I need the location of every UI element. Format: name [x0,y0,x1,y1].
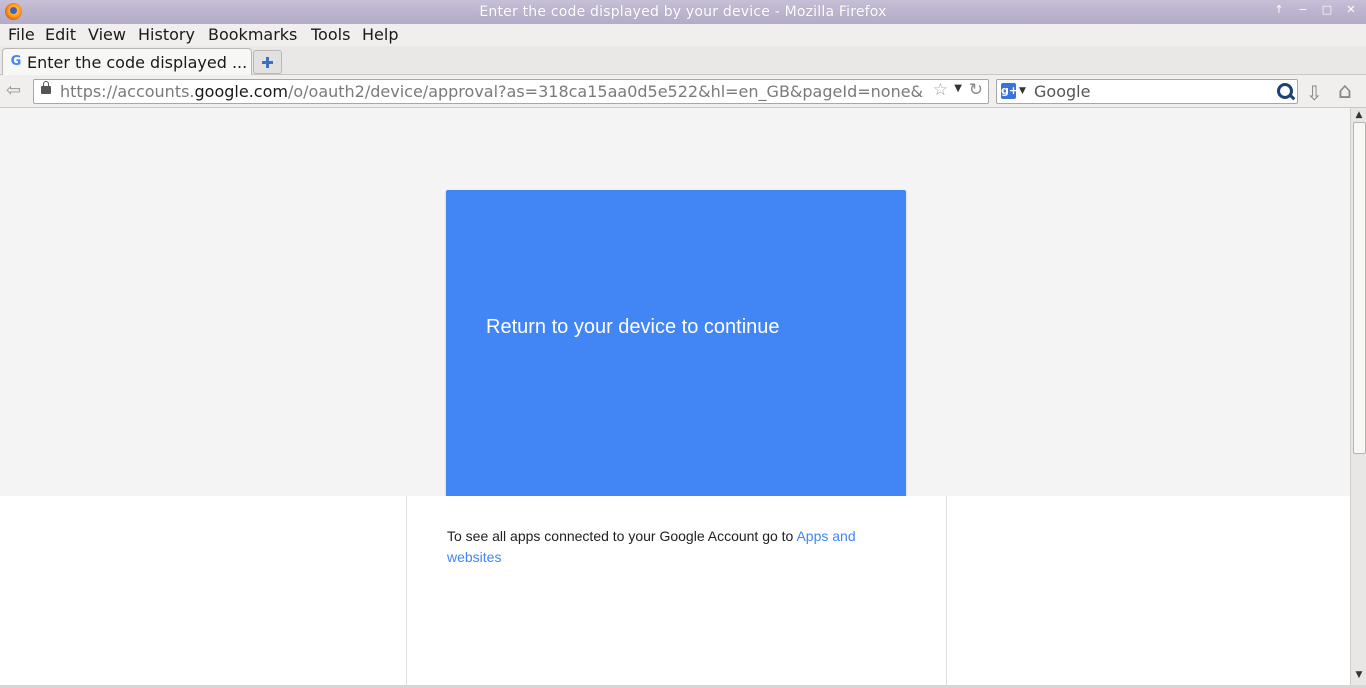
search-icon[interactable] [1277,83,1293,99]
new-tab-button[interactable] [253,50,282,74]
window-up-icon[interactable]: ↑ [1272,3,1286,16]
scroll-up-icon[interactable]: ▲ [1353,110,1365,122]
menu-help[interactable]: Help [362,25,398,44]
download-icon[interactable]: ⇩ [1306,81,1323,105]
menu-tools[interactable]: Tools [311,25,350,44]
window-title: Enter the code displayed by your device … [479,4,887,20]
url-bar[interactable]: https://accounts.google.com/o/oauth2/dev… [33,79,989,104]
url-text[interactable]: https://accounts.google.com/o/oauth2/dev… [60,82,924,101]
scroll-thumb[interactable] [1353,122,1366,454]
reload-icon[interactable]: ↻ [969,80,983,100]
window-controls: ↑ − □ ✕ [1272,3,1358,16]
tab-label: Enter the code displayed ... [27,53,248,72]
tab-strip: G Enter the code displayed ... [0,46,1366,75]
tab-active[interactable]: G Enter the code displayed ... [2,48,252,75]
vertical-scrollbar[interactable]: ▲ ▼ [1350,108,1366,686]
window-close-icon[interactable]: ✕ [1344,3,1358,16]
window-titlebar: Enter the code displayed by your device … [0,0,1366,24]
info-card: To see all apps connected to your Google… [406,496,947,686]
bookmark-star-icon[interactable]: ☆ [933,80,948,100]
menu-view[interactable]: View [88,25,126,44]
search-input[interactable]: Google [1034,82,1090,101]
search-engine-dropdown-icon[interactable]: ▼ [1019,86,1026,96]
navigation-bar: ⇦ https://accounts.google.com/o/oauth2/d… [0,75,1366,108]
menu-bar: File Edit View History Bookmarks Tools H… [0,24,1366,46]
back-arrow-icon[interactable]: ⇦ [6,82,26,100]
window-minimize-icon[interactable]: − [1296,3,1310,16]
page-heading: Return to your device to continue [486,316,780,338]
url-dropdown-icon[interactable]: ▼ [954,83,962,94]
search-bar[interactable]: g+ ▼ Google [996,79,1298,104]
menu-history[interactable]: History [138,25,195,44]
info-text: To see all apps connected to your Google… [447,528,856,565]
menu-file[interactable]: File [8,25,35,44]
menu-edit[interactable]: Edit [45,25,76,44]
lock-icon[interactable] [41,81,51,94]
status-card: Return to your device to continue [446,190,906,496]
scroll-down-icon[interactable]: ▼ [1353,670,1365,682]
menu-bookmarks[interactable]: Bookmarks [208,25,297,44]
window-maximize-icon[interactable]: □ [1320,3,1334,16]
search-engine-icon[interactable]: g+ [1001,83,1018,99]
page-content: Return to your device to continue To see… [0,108,1350,686]
home-icon[interactable]: ⌂ [1338,79,1352,104]
google-favicon-icon: G [10,54,22,69]
